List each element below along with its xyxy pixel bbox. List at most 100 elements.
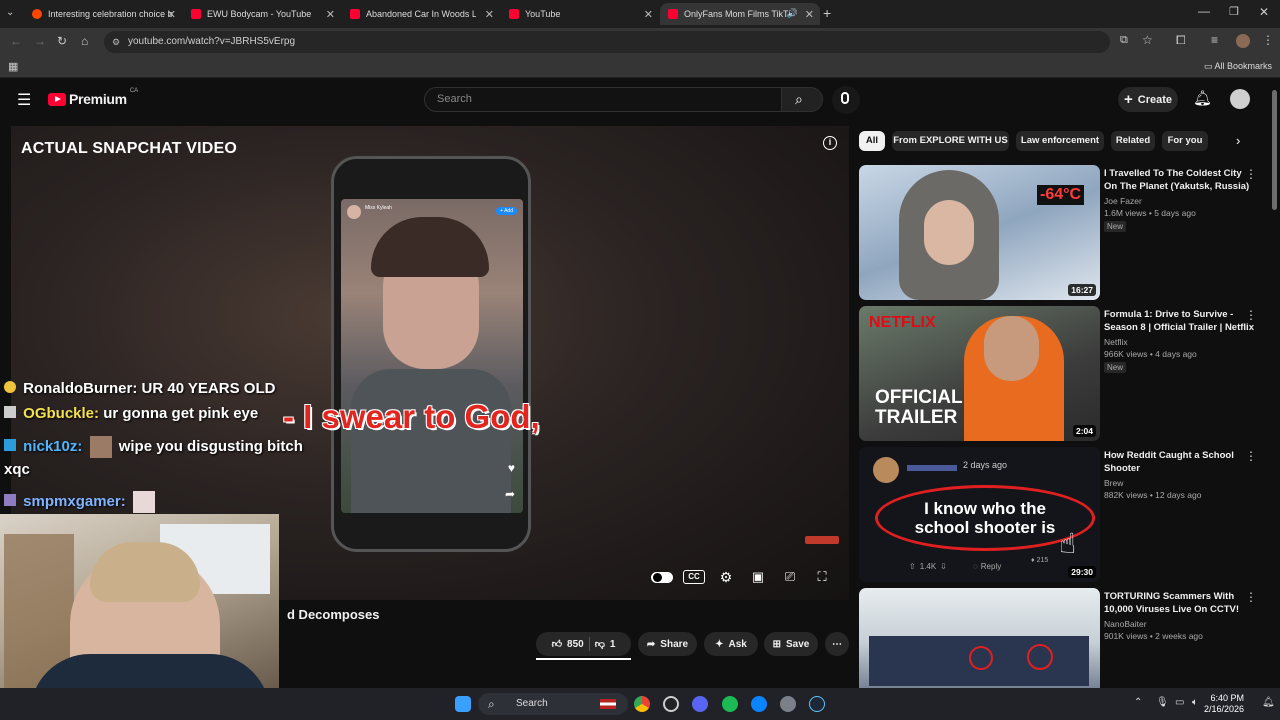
hamburger-menu-icon[interactable]: ☰ (17, 90, 31, 110)
channel-name[interactable]: Joe Fazer (1104, 196, 1142, 206)
recommendation-item[interactable]: 2 days ago I know who the school shooter… (859, 447, 1269, 584)
messenger-icon[interactable] (751, 696, 767, 712)
tab-search-icon[interactable]: ⌄ (6, 7, 20, 21)
spotify-icon[interactable] (722, 696, 738, 712)
back-icon[interactable]: ← (10, 34, 22, 48)
fullscreen-icon[interactable]: ⛶ (811, 568, 833, 586)
video-caption: - I swear to God, (283, 398, 540, 435)
settings-icon[interactable] (780, 696, 796, 712)
speaker-icon[interactable]: 🔊 (787, 8, 798, 19)
chip-law-enforcement[interactable]: Law enforcement (1016, 131, 1104, 151)
close-icon[interactable]: ✕ (644, 8, 653, 21)
video-title[interactable]: I Travelled To The Coldest City On The P… (1104, 167, 1254, 193)
more-actions-button[interactable]: ⋯ (825, 632, 849, 656)
more-options-icon[interactable]: ⋮ (1245, 308, 1257, 322)
voice-search-button[interactable] (832, 86, 860, 114)
page-scrollbar[interactable] (1272, 90, 1277, 210)
tab-2[interactable]: EWU Bodycam - YouTube ✕ (183, 3, 341, 25)
captions-icon[interactable]: CC (683, 570, 705, 584)
volume-icon[interactable]: 🔈︎ (1192, 697, 1198, 708)
settings-gear-icon[interactable]: ⚙ (715, 568, 737, 586)
share-button[interactable]: ➦ Share (638, 632, 697, 656)
notifications-bell-icon[interactable]: 🔔︎ (1193, 89, 1212, 107)
taskbar-search-input[interactable]: ⌕ Search (478, 693, 628, 715)
more-options-icon[interactable]: ⋮ (1245, 449, 1257, 463)
thumb-reply-icon: ◌ (973, 562, 978, 571)
channel-name[interactable]: Brew (1104, 478, 1123, 488)
chip-for-you[interactable]: For you (1162, 131, 1208, 151)
close-icon[interactable]: ✕ (326, 8, 335, 21)
all-bookmarks-button[interactable]: ▭ All Bookmarks (1204, 61, 1272, 72)
mic-icon (841, 92, 849, 104)
tab-5-active[interactable]: OnlyFans Mom Films TikTok 🔊 ✕ (660, 3, 820, 25)
bookmark-star-icon[interactable]: ☆ (1142, 33, 1153, 47)
channel-name[interactable]: Netflix (1104, 337, 1128, 347)
more-options-icon[interactable]: ⋮ (1245, 590, 1257, 604)
video-thumbnail[interactable]: -64°C 16:27 (859, 165, 1100, 300)
like-button[interactable]: 👍︎ 850 (552, 638, 584, 651)
home-icon[interactable]: ⌂ (81, 34, 88, 48)
app-icon[interactable] (663, 696, 679, 712)
chip-from-explore-with-us[interactable]: From EXPLORE WITH US (892, 131, 1009, 151)
recommendation-item[interactable]: TORTURING Scammers With 10,000 Viruses L… (859, 588, 1269, 688)
video-thumbnail[interactable]: NETFLIX OFFICIAL TRAILER 2:04 (859, 306, 1100, 441)
ask-button[interactable]: ✦ Ask (704, 632, 758, 656)
close-icon[interactable]: ✕ (805, 8, 814, 21)
share-icon: ➦ (646, 638, 656, 650)
miniplayer-icon[interactable]: ▣ (747, 568, 769, 586)
video-title[interactable]: TORTURING Scammers With 10,000 Viruses L… (1104, 590, 1254, 616)
close-icon[interactable]: ✕ (485, 8, 494, 21)
new-tab-button[interactable]: + (823, 5, 831, 21)
media-icon[interactable]: ≡ (1211, 33, 1218, 47)
dislike-button[interactable]: 👎︎ 1 (595, 638, 616, 651)
youtube-logo[interactable]: Premium CA (48, 88, 138, 107)
tab-4[interactable]: YouTube ✕ (501, 3, 659, 25)
chips-next-chevron-icon[interactable]: › (1236, 133, 1240, 148)
network-icon[interactable]: ▭ (1175, 697, 1184, 708)
window-close-button[interactable]: ✕ (1259, 5, 1269, 19)
video-title: d Decomposes (287, 607, 380, 622)
reload-icon[interactable]: ↻ (57, 34, 67, 48)
search-button[interactable]: ⌕ (781, 87, 823, 112)
create-button[interactable]: + Create (1118, 87, 1178, 112)
steam-icon[interactable] (809, 696, 825, 712)
info-icon[interactable]: i (823, 136, 837, 150)
channel-name[interactable]: NanoBaiter (1104, 619, 1147, 629)
recommendation-item[interactable]: -64°C 16:27 I Travelled To The Coldest C… (859, 165, 1269, 302)
autoplay-toggle[interactable] (651, 572, 673, 583)
video-title[interactable]: How Reddit Caught a School Shooter (1104, 449, 1254, 475)
tab-1[interactable]: Interesting celebration choice b ✕ (24, 3, 182, 25)
chip-all[interactable]: All (859, 131, 885, 151)
address-input[interactable]: ⚙ youtube.com/watch?v=JBRHS5vErpg (104, 31, 1110, 53)
search-input[interactable]: Search (424, 87, 782, 112)
apps-grid-icon[interactable]: ▦ (8, 60, 18, 73)
tray-chevron-icon[interactable]: ⌃ (1134, 697, 1142, 708)
forward-icon[interactable]: → (34, 34, 46, 48)
notification-bell-icon[interactable]: 🔔︎ (1262, 697, 1275, 708)
extensions-icon[interactable]: ⧠ (1176, 33, 1186, 48)
save-button[interactable]: ⊞ Save (764, 632, 818, 656)
more-options-icon[interactable]: ⋮ (1245, 167, 1257, 181)
restore-button[interactable]: ❐ (1229, 5, 1239, 18)
windows-start-icon[interactable] (455, 696, 471, 712)
close-icon[interactable]: ✕ (167, 8, 176, 21)
chrome-icon[interactable] (634, 696, 650, 712)
cast-icon[interactable]: ⎚ (779, 568, 801, 586)
minimize-button[interactable]: — (1198, 4, 1210, 18)
chip-related[interactable]: Related (1111, 131, 1155, 151)
video-thumbnail[interactable]: 2 days ago I know who the school shooter… (859, 447, 1100, 582)
account-avatar[interactable] (1230, 89, 1250, 109)
chat-username: OGbuckle: (23, 405, 100, 422)
tab-label: Abandoned Car In Woods Lead (366, 9, 476, 19)
menu-kebab-icon[interactable]: ⋮ (1262, 33, 1274, 47)
video-title[interactable]: Formula 1: Drive to Survive - Season 8 |… (1104, 308, 1254, 334)
mic-tray-icon[interactable]: 🎙︎ (1156, 697, 1169, 708)
cast-icon[interactable]: ⧉ (1120, 34, 1128, 47)
tab-3[interactable]: Abandoned Car In Woods Lead ✕ (342, 3, 500, 25)
recommendation-item[interactable]: NETFLIX OFFICIAL TRAILER 2:04 Formula 1:… (859, 306, 1269, 443)
profile-avatar[interactable] (1236, 34, 1250, 48)
taskbar-clock[interactable]: 6:40 PM 2/16/2026 (1204, 693, 1244, 715)
site-info-icon[interactable]: ⚙ (112, 31, 120, 53)
discord-icon[interactable] (692, 696, 708, 712)
video-thumbnail[interactable] (859, 588, 1100, 688)
